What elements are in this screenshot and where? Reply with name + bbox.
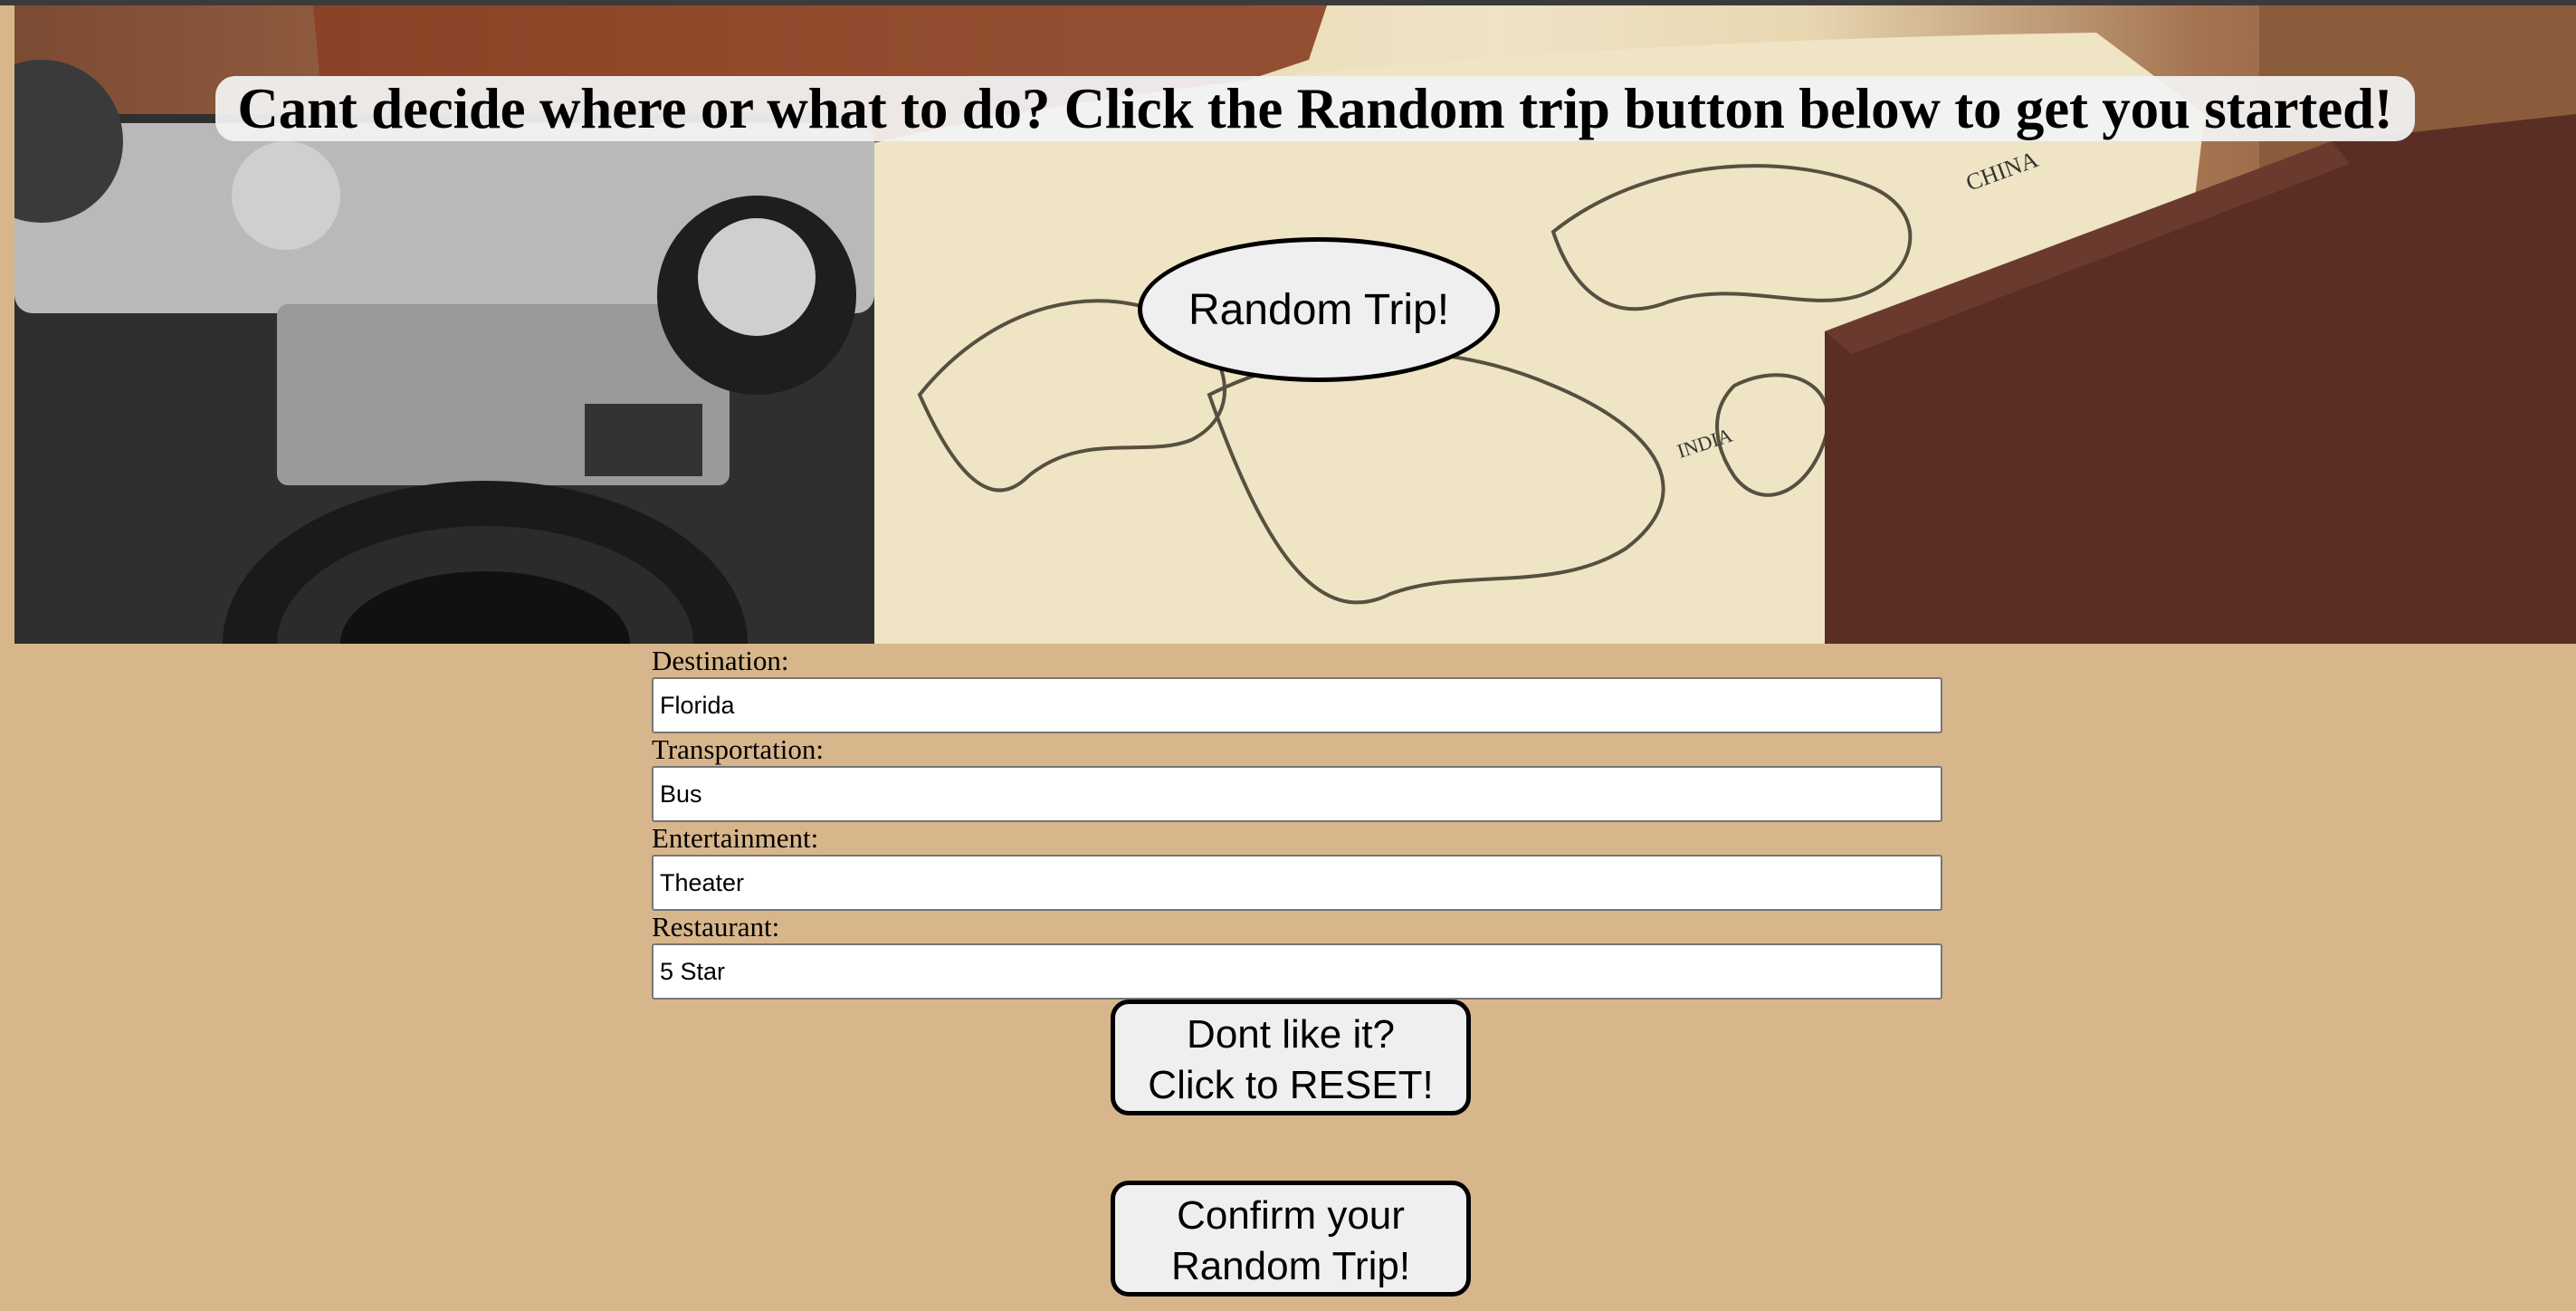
confirm-button-line2: Random Trip!: [1170, 1244, 1411, 1288]
camera-window: [585, 404, 702, 476]
trip-form: Destination: Transportation: Entertainme…: [652, 645, 1942, 1000]
entertainment-label: Entertainment:: [652, 822, 819, 854]
entertainment-input[interactable]: [652, 855, 1942, 911]
random-trip-button[interactable]: Random Trip!: [1138, 237, 1500, 382]
confirm-button-line1: Confirm your: [1177, 1193, 1405, 1238]
reset-button-line1: Dont like it?: [1187, 1012, 1395, 1057]
entertainment-row: Entertainment:: [652, 822, 1942, 911]
destination-row: Destination:: [652, 645, 1942, 733]
camera-knob: [232, 141, 340, 250]
camera-dial-cap: [698, 218, 816, 336]
destination-label: Destination:: [652, 645, 789, 676]
reset-button[interactable]: Dont like it? Click to RESET!: [1111, 1000, 1471, 1115]
page-headline: Cant decide where or what to do? Click t…: [215, 76, 2415, 141]
restaurant-row: Restaurant:: [652, 911, 1942, 1000]
transportation-row: Transportation:: [652, 733, 1942, 822]
confirm-trip-button[interactable]: Confirm your Random Trip!: [1111, 1181, 1471, 1297]
restaurant-input[interactable]: [652, 943, 1942, 1000]
transportation-label: Transportation:: [652, 733, 825, 765]
destination-input[interactable]: [652, 677, 1942, 733]
transportation-input[interactable]: [652, 766, 1942, 822]
restaurant-label: Restaurant:: [652, 911, 780, 943]
reset-button-line2: Click to RESET!: [1148, 1063, 1434, 1107]
